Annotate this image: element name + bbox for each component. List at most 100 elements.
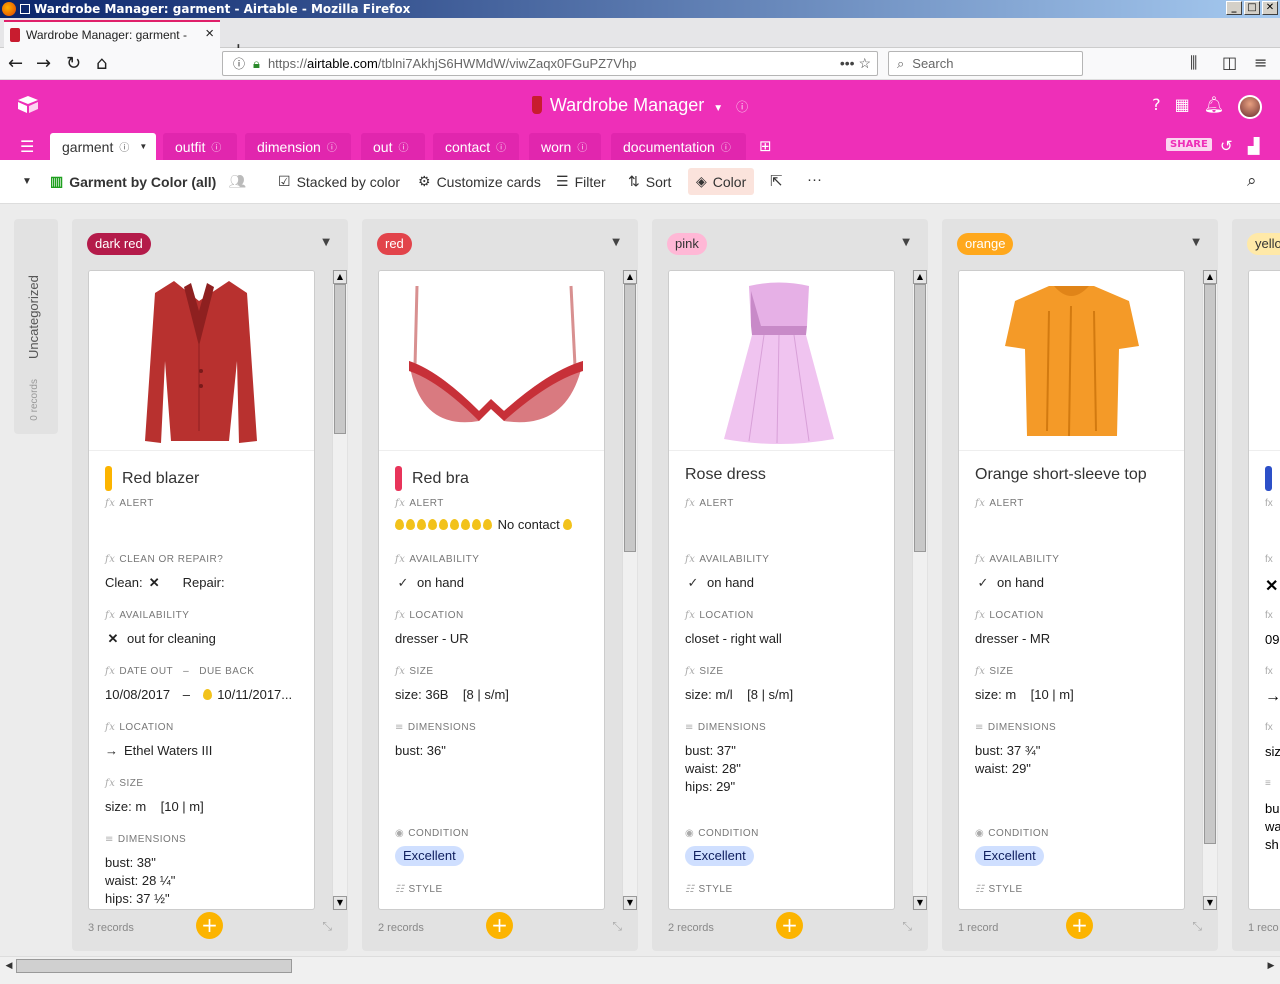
collapse-views-icon[interactable]: ▼ [22, 176, 32, 187]
stacked-by-button[interactable]: ☑ Stacked by color [278, 173, 400, 190]
search-icon[interactable]: ⌕ [1247, 171, 1257, 191]
info-icon[interactable]: ⓘ [736, 100, 748, 114]
record-card[interactable]: fx fx ✕ fx 09 fx → fx siz ≡ bu wa sh [1248, 270, 1280, 910]
tab-outfit[interactable]: outfit ⓘ [163, 133, 237, 160]
url-domain: airtable.com [306, 56, 378, 71]
view-switcher[interactable]: ▥ Garment by Color (all) 👥︎ [50, 173, 246, 190]
home-icon[interactable]: ⌂ [96, 53, 107, 74]
share-view-icon[interactable]: ⇱ [770, 172, 783, 190]
scroll-down-icon[interactable]: ▼ [1203, 896, 1217, 910]
add-record-button[interactable]: + [776, 912, 803, 939]
tab-contact[interactable]: contact ⓘ [433, 133, 519, 160]
x-icon: ✕ [107, 631, 119, 646]
field-label: CONDITION [698, 828, 759, 839]
bell-icon[interactable]: 🔔︎ [1204, 95, 1224, 119]
record-card[interactable]: Orange short-sleeve top fx ALERT fx AVAILA… [958, 270, 1185, 910]
share-button[interactable]: SHARE [1166, 138, 1212, 151]
browser-tab[interactable]: Wardrobe Manager: garment - × [4, 20, 220, 48]
scroll-thumb[interactable] [334, 284, 346, 434]
blocks-icon[interactable]: ▟ [1248, 137, 1260, 155]
maximize-button[interactable]: □ [1244, 1, 1260, 15]
chevron-down-icon: ▼ [139, 142, 148, 151]
scroll-thumb[interactable] [1204, 284, 1216, 844]
scroll-thumb[interactable] [16, 959, 292, 973]
base-title[interactable]: Wardrobe Manager ▼ ⓘ [0, 95, 1280, 116]
chevron-down-icon[interactable]: ▼ [612, 237, 620, 248]
horizontal-scrollbar[interactable]: ◀ ▶ [0, 956, 1280, 974]
search-placeholder: Search [912, 56, 954, 71]
people-icon: 👥︎ [228, 173, 247, 189]
tab-documentation[interactable]: documentation ⓘ [611, 133, 746, 160]
close-tab-icon[interactable]: × [205, 25, 214, 42]
field-location: fx LOCATION → Ethel Waters III [105, 722, 212, 760]
text-field-icon: ≡ [395, 722, 404, 733]
collapse-icon[interactable]: ⤡ [902, 919, 912, 934]
color-button[interactable]: ◈ Color [688, 168, 755, 195]
minimize-button[interactable]: _ [1226, 1, 1242, 15]
record-card[interactable]: Red blazer fx ALERT fx CLEAN OR REPAIR? Cl… [88, 270, 315, 910]
field-availability: fx AVAILABILITY ✓ on hand [685, 554, 769, 592]
column-scrollbar[interactable]: ▲ ▼ [912, 270, 927, 910]
table-tab-bar: ☰ garment ⓘ ▼ outfit ⓘ dimension ⓘ out ⓘ cont… [0, 133, 1280, 160]
history-icon[interactable]: ↺ [1220, 137, 1233, 155]
menu-icon[interactable]: ≡ [1254, 53, 1267, 72]
scroll-up-icon[interactable]: ▲ [1203, 270, 1217, 284]
reload-icon[interactable]: ↻ [66, 53, 81, 74]
tab-out[interactable]: out ⓘ [361, 133, 425, 160]
filter-button[interactable]: ☰ Filter [556, 173, 606, 190]
chevron-down-icon[interactable]: ▼ [1192, 237, 1200, 248]
add-record-button[interactable]: + [1066, 912, 1093, 939]
field-dimensions: ≡ DIMENSIONS bust: 38" waist: 28 ¼" hips: 3… [105, 834, 186, 908]
help-icon[interactable]: ? [1152, 95, 1161, 119]
chevron-down-icon[interactable]: ▼ [322, 237, 330, 248]
uncategorized-count: 0 records [29, 379, 40, 421]
library-icon[interactable]: ⫼ [1190, 53, 1197, 73]
field-label: SIZE [989, 666, 1014, 677]
scroll-up-icon[interactable]: ▲ [333, 270, 347, 284]
window-menu-icon[interactable] [20, 4, 30, 14]
add-table-icon[interactable]: ⊞ [759, 137, 772, 155]
availability-value: on hand [707, 575, 754, 590]
column-scrollbar[interactable]: ▲ ▼ [332, 270, 347, 910]
collapse-icon[interactable]: ⤡ [322, 919, 332, 934]
url-bar[interactable]: ⓘ 🔒︎ https://airtable.com/tblni7AkhjS6HW… [222, 51, 878, 76]
record-card[interactable]: Red bra fx ALERT No contact fx AVAILABILIT… [378, 270, 605, 910]
add-record-button[interactable]: + [486, 912, 513, 939]
scroll-down-icon[interactable]: ▼ [623, 896, 637, 910]
record-card[interactable]: Rose dress fx ALERT fx AVAILABILITY ✓ on ha… [668, 270, 895, 910]
scroll-up-icon[interactable]: ▲ [913, 270, 927, 284]
sort-button[interactable]: ⇅ Sort [628, 173, 671, 190]
card-title: Rose dress [685, 466, 766, 484]
tab-label: documentation [623, 138, 715, 155]
browser-tab-strip: Wardrobe Manager: garment - × + [0, 18, 1280, 62]
scroll-left-icon[interactable]: ◀ [2, 959, 16, 973]
close-window-button[interactable]: ✕ [1262, 1, 1278, 15]
tab-garment[interactable]: garment ⓘ ▼ [50, 133, 156, 160]
forward-icon[interactable]: → [36, 53, 51, 74]
back-icon[interactable]: ← [8, 53, 23, 74]
uncategorized-column[interactable]: Uncategorized 0 records [14, 219, 58, 434]
info-icon[interactable]: ⓘ [233, 55, 245, 72]
search-bar[interactable]: ⌕ Search [888, 51, 1083, 76]
scroll-up-icon[interactable]: ▲ [623, 270, 637, 284]
column-scrollbar[interactable]: ▲ ▼ [1202, 270, 1217, 910]
chevron-down-icon[interactable]: ▼ [902, 237, 910, 248]
collapse-icon[interactable]: ⤡ [612, 919, 622, 934]
hamburger-icon[interactable]: ☰ [20, 137, 34, 156]
scroll-down-icon[interactable]: ▼ [913, 896, 927, 910]
tab-dimension[interactable]: dimension ⓘ [245, 133, 351, 160]
scroll-thumb[interactable] [624, 284, 636, 552]
scroll-right-icon[interactable]: ▶ [1264, 959, 1278, 973]
customize-cards-button[interactable]: ⚙ Customize cards [418, 173, 541, 190]
column-scrollbar[interactable]: ▲ ▼ [622, 270, 637, 910]
avatar[interactable] [1238, 95, 1262, 119]
apps-grid-icon[interactable]: ▦ [1175, 95, 1190, 119]
sidebar-icon[interactable]: ◫ [1222, 53, 1237, 72]
page-actions-icon[interactable]: ••• ☆ [840, 55, 871, 72]
more-icon[interactable]: ··· [807, 171, 822, 188]
scroll-thumb[interactable] [914, 284, 926, 552]
tab-worn[interactable]: worn ⓘ [529, 133, 601, 160]
scroll-down-icon[interactable]: ▼ [333, 896, 347, 910]
add-record-button[interactable]: + [196, 912, 223, 939]
collapse-icon[interactable]: ⤡ [1192, 919, 1202, 934]
